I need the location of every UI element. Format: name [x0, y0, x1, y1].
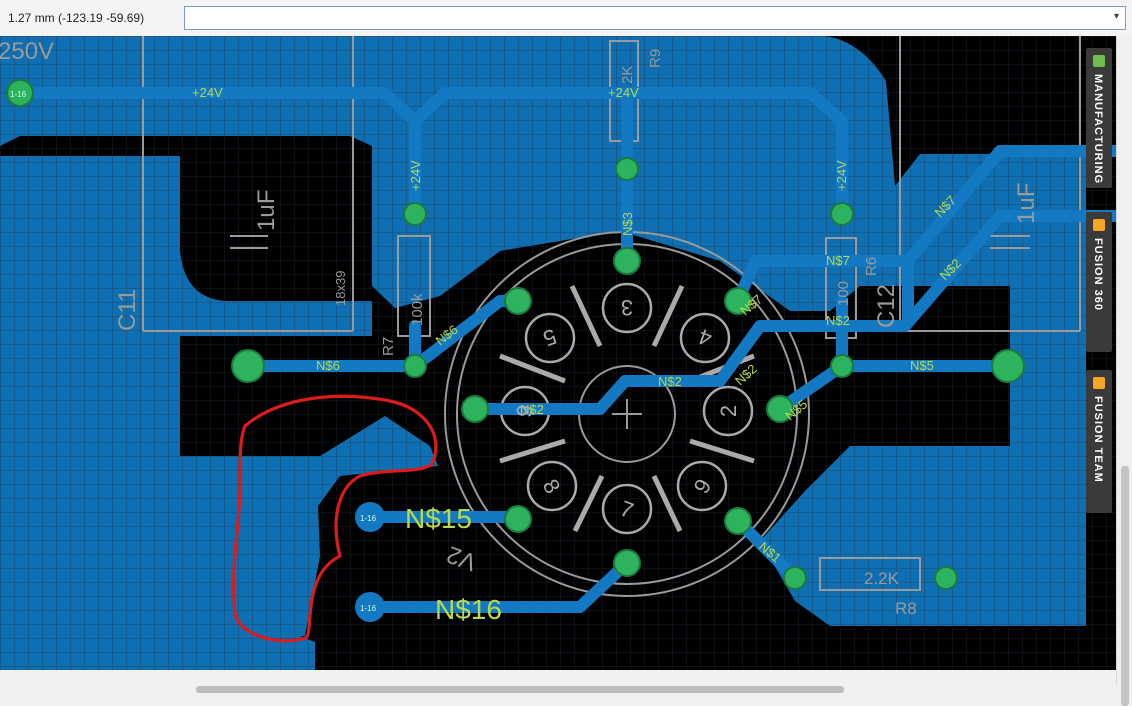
r9-label: R9 [647, 49, 664, 68]
c11-label: C11 [114, 289, 141, 331]
net-label-n6: N$6 [316, 358, 340, 373]
r8-label: R8 [895, 599, 917, 618]
command-toolbar: 1.27 mm (-123.19 -59.69) ▾ [0, 0, 1132, 37]
net-label-n5: N$5 [910, 358, 934, 373]
net-label-n15: N$15 [405, 503, 472, 534]
net-label-n3: N$3 [620, 212, 635, 236]
net-label-24v: +24V [834, 160, 849, 191]
pin-number: 2 [716, 405, 741, 417]
fusion-team-panel-tab[interactable]: FUSION TEAM [1086, 370, 1112, 513]
chevron-down-icon[interactable]: ▾ [1114, 11, 1119, 22]
manufacturing-icon [1093, 55, 1105, 67]
pad-label: 1-16 [10, 90, 27, 99]
r8-value: 2.2K [864, 569, 900, 588]
pad-label: 1-16 [360, 514, 377, 523]
vertical-scrollbar[interactable] [1116, 36, 1132, 706]
vertical-scroll-thumb[interactable] [1121, 466, 1129, 706]
net-label-n2: N$2 [658, 374, 682, 389]
c12-label: C12 [873, 284, 900, 328]
fusion-360-icon [1093, 219, 1105, 231]
package-label: 18x39 [333, 271, 348, 306]
c11-value: 1uF [253, 190, 280, 231]
pad-label: 1-16 [360, 604, 377, 613]
horizontal-scrollbar[interactable] [0, 670, 1116, 700]
c12-value: 1uF [1013, 183, 1040, 224]
fusion-team-icon [1093, 377, 1105, 389]
net-label-24v: +24V [608, 85, 639, 100]
pcb-board-drawing[interactable]: 1-16 1-16 1-16 +24V +24V +24V +24V N$3 N… [0, 36, 1116, 670]
command-line-input[interactable] [189, 8, 1093, 30]
pcb-board-canvas[interactable]: 1-16 1-16 1-16 +24V +24V +24V +24V N$3 N… [0, 36, 1116, 670]
command-line-combobox[interactable]: ▾ [184, 6, 1126, 30]
voltage-label: 250V [0, 38, 54, 65]
fusion-360-panel-tab[interactable]: FUSION 360 [1086, 212, 1112, 352]
net-label-n16: N$16 [435, 594, 502, 625]
pin-number: 3 [621, 295, 633, 320]
r7-value: 100k [409, 293, 426, 326]
horizontal-scroll-thumb[interactable] [196, 686, 844, 693]
net-label-24v: +24V [408, 160, 423, 191]
net-label-24v: +24V [192, 85, 223, 100]
manufacturing-panel-tab[interactable]: MANUFACTURING [1086, 48, 1112, 188]
r9-value: 2K [619, 66, 636, 84]
r7-label: R7 [380, 337, 397, 356]
coordinate-readout: 1.27 mm (-123.19 -59.69) [8, 11, 145, 25]
net-label-n2: N$2 [826, 313, 850, 328]
r6-value: 100 [835, 281, 852, 306]
r6-label: R6 [863, 257, 880, 276]
net-label-n7: N$7 [826, 253, 850, 268]
